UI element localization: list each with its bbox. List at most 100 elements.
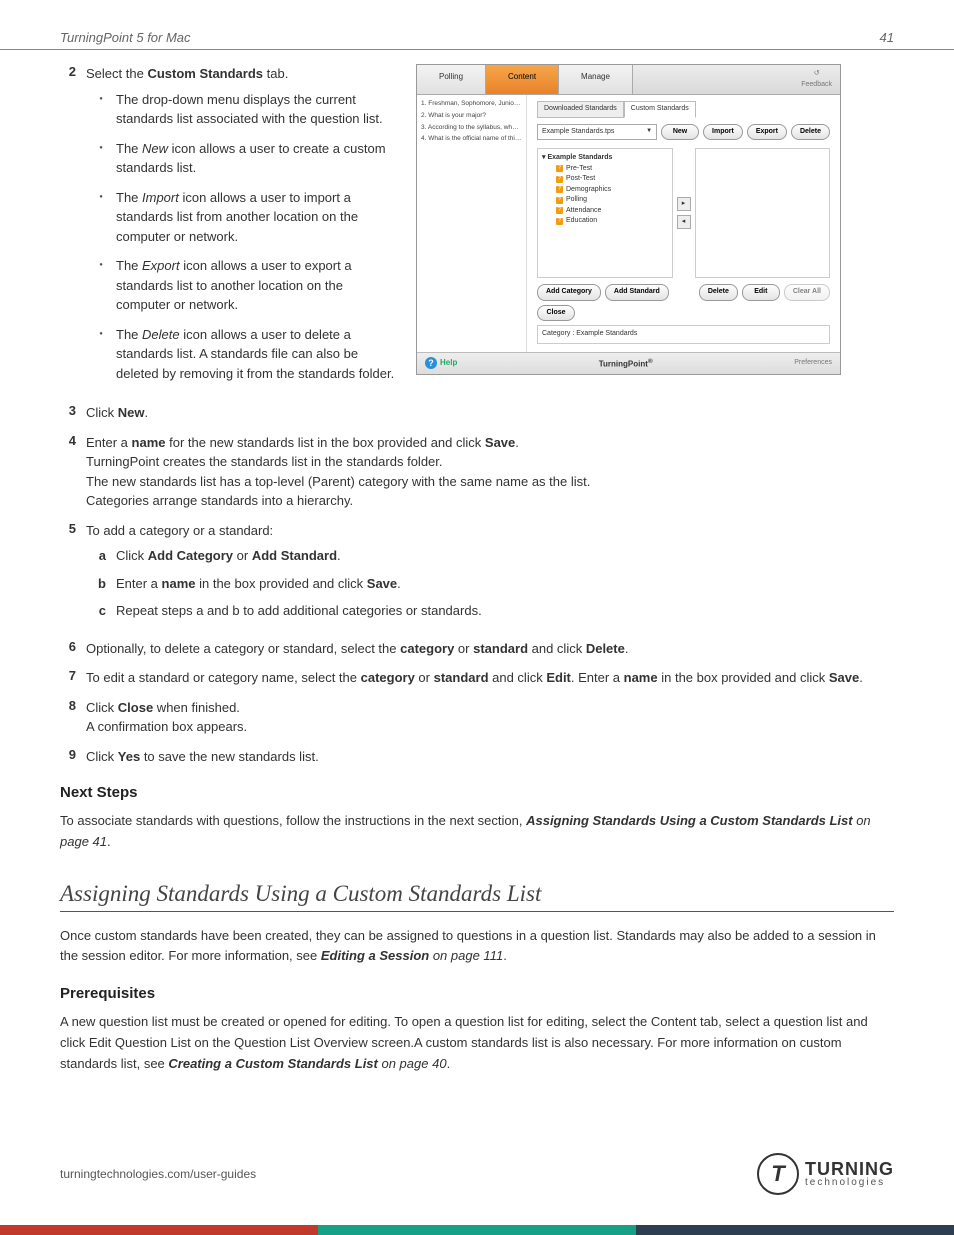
step2-b2i: New <box>142 141 168 156</box>
s7-b4: name <box>624 670 658 685</box>
s7-c: and click <box>489 670 547 685</box>
collapse-icon[interactable]: ▾ <box>542 154 546 161</box>
help-button[interactable]: ? Help <box>425 357 457 369</box>
s4-l1b2: Save <box>485 435 515 450</box>
question-item[interactable]: 1. Freshman, Sophomore, Junior or S... <box>421 99 522 109</box>
s5c-1: Repeat steps a and b to add additional c… <box>116 601 482 621</box>
question-list-sidebar: 1. Freshman, Sophomore, Junior or S... 2… <box>417 95 527 352</box>
tree-item[interactable]: Polling <box>566 195 587 206</box>
clear-all-button[interactable]: Clear All <box>784 284 830 301</box>
sec2-p1-c: . <box>503 948 507 963</box>
s6-b3: Delete <box>586 641 625 656</box>
s7-b5: Save <box>829 670 859 685</box>
s7-a: To edit a standard or category name, sel… <box>86 670 361 685</box>
tree-item[interactable]: Demographics <box>566 185 611 196</box>
s4-l4: Categories arrange standards into a hier… <box>86 491 894 511</box>
next-steps-period: . <box>107 834 111 849</box>
s6-a: Optionally, to delete a category or stan… <box>86 641 400 656</box>
next-steps-text-a: To associate standards with questions, f… <box>60 813 526 828</box>
tab-content[interactable]: Content <box>486 65 559 94</box>
s8-l1c: when finished. <box>153 700 240 715</box>
arrow-left-button[interactable]: ◂ <box>677 215 691 229</box>
step2-b5a: The <box>116 327 142 342</box>
help-icon: ? <box>425 357 437 369</box>
import-button[interactable]: Import <box>703 124 743 141</box>
s8-l1b: Close <box>118 700 153 715</box>
s9-bold: Yes <box>118 749 140 764</box>
turningpoint-logo: TurningPoint® <box>599 357 653 371</box>
s7-b3: Edit <box>546 670 571 685</box>
s4-l1a: Enter a <box>86 435 132 450</box>
subtab-custom-standards[interactable]: Custom Standards <box>624 101 696 118</box>
feedback-button[interactable]: ↺ Feedback <box>793 65 840 94</box>
step-number: 7 <box>60 668 86 688</box>
standards-tree: ▾ Example Standards ?Pre-Test ?Post-Test… <box>537 148 673 278</box>
s5b-3: . <box>397 576 401 591</box>
preferences-button[interactable]: Preferences <box>794 358 832 369</box>
app-screenshot: Polling Content Manage ↺ Feedback 1. F <box>416 64 841 375</box>
tree-item[interactable]: Post-Test <box>566 174 595 185</box>
close-button[interactable]: Close <box>537 305 575 322</box>
standards-dropdown[interactable]: Example Standards.tps ▼ <box>537 124 657 141</box>
add-category-button[interactable]: Add Category <box>537 284 601 301</box>
s4-l2: TurningPoint creates the standards list … <box>86 452 894 472</box>
step2-b5i: Delete <box>142 327 180 342</box>
s5a-2: or <box>233 548 252 563</box>
s6-d: . <box>625 641 629 656</box>
s8-l2: A confirmation box appears. <box>86 717 894 737</box>
s4-l1c: . <box>515 435 519 450</box>
xref-assigning-standards[interactable]: Assigning Standards Using a Custom Stand… <box>526 813 853 828</box>
bottom-color-bar <box>0 1225 954 1235</box>
step-number: 8 <box>60 698 86 737</box>
s7-b1: category <box>361 670 415 685</box>
question-item[interactable]: 2. What is your major? <box>421 111 522 121</box>
step2-b4i: Export <box>142 258 180 273</box>
s5a-1: Click <box>116 548 148 563</box>
logo-mark-icon: T <box>757 1153 799 1195</box>
s5a-b2: Add Standard <box>252 548 337 563</box>
s6-c: and click <box>528 641 586 656</box>
tree-item[interactable]: Attendance <box>566 206 601 217</box>
export-button[interactable]: Export <box>747 124 787 141</box>
delete-standard-button[interactable]: Delete <box>699 284 738 301</box>
s5b-2: in the box provided and click <box>196 576 367 591</box>
tree-root-label[interactable]: Example Standards <box>547 154 612 161</box>
s5b-letter: b <box>86 574 116 594</box>
arrow-right-button[interactable]: ▸ <box>677 197 691 211</box>
turning-logo: T TURNING technologies <box>757 1153 894 1195</box>
category-field[interactable]: Category : Example Standards <box>537 325 830 344</box>
step-number: 4 <box>60 433 86 511</box>
tab-polling[interactable]: Polling <box>417 65 486 94</box>
step-number: 6 <box>60 639 86 659</box>
section-title: Assigning Standards Using a Custom Stand… <box>60 881 894 912</box>
xref-editing-session[interactable]: Editing a Session <box>321 948 429 963</box>
xref-creating-custom-standards[interactable]: Creating a Custom Standards List <box>168 1056 377 1071</box>
footer-url: turningtechnologies.com/user-guides <box>60 1167 256 1181</box>
step2-intro-a: Select the <box>86 66 147 81</box>
header-title: TurningPoint 5 for Mac <box>60 30 191 45</box>
step3-a: Click <box>86 405 118 420</box>
s8-l1a: Click <box>86 700 118 715</box>
tab-manage[interactable]: Manage <box>559 65 633 94</box>
s7-b2: standard <box>434 670 489 685</box>
s6-b1: category <box>400 641 454 656</box>
subtab-downloaded-standards[interactable]: Downloaded Standards <box>537 101 624 118</box>
tree-item[interactable]: Education <box>566 216 597 227</box>
question-item[interactable]: 3. According to the syllabus, where d... <box>421 123 522 133</box>
step2-intro-bold: Custom Standards <box>147 66 263 81</box>
new-button[interactable]: New <box>661 124 699 141</box>
edit-button[interactable]: Edit <box>742 284 780 301</box>
chevron-down-icon: ▼ <box>646 127 652 136</box>
header-page-number: 41 <box>880 30 894 45</box>
main-ordered-list: 2 Select the Custom Standards tab. ●The … <box>60 64 894 766</box>
assigned-standards-pane <box>695 148 831 278</box>
add-standard-button[interactable]: Add Standard <box>605 284 669 301</box>
question-item[interactable]: 4. What is the official name of this co.… <box>421 134 522 144</box>
logo-text-small: technologies <box>805 1178 894 1187</box>
question-icon: ? <box>556 207 563 214</box>
delete-button[interactable]: Delete <box>791 124 830 141</box>
s5c-letter: c <box>86 601 116 621</box>
tree-item[interactable]: Pre-Test <box>566 164 592 175</box>
step2-b3a: The <box>116 190 142 205</box>
dropdown-value: Example Standards.tps <box>542 127 614 138</box>
